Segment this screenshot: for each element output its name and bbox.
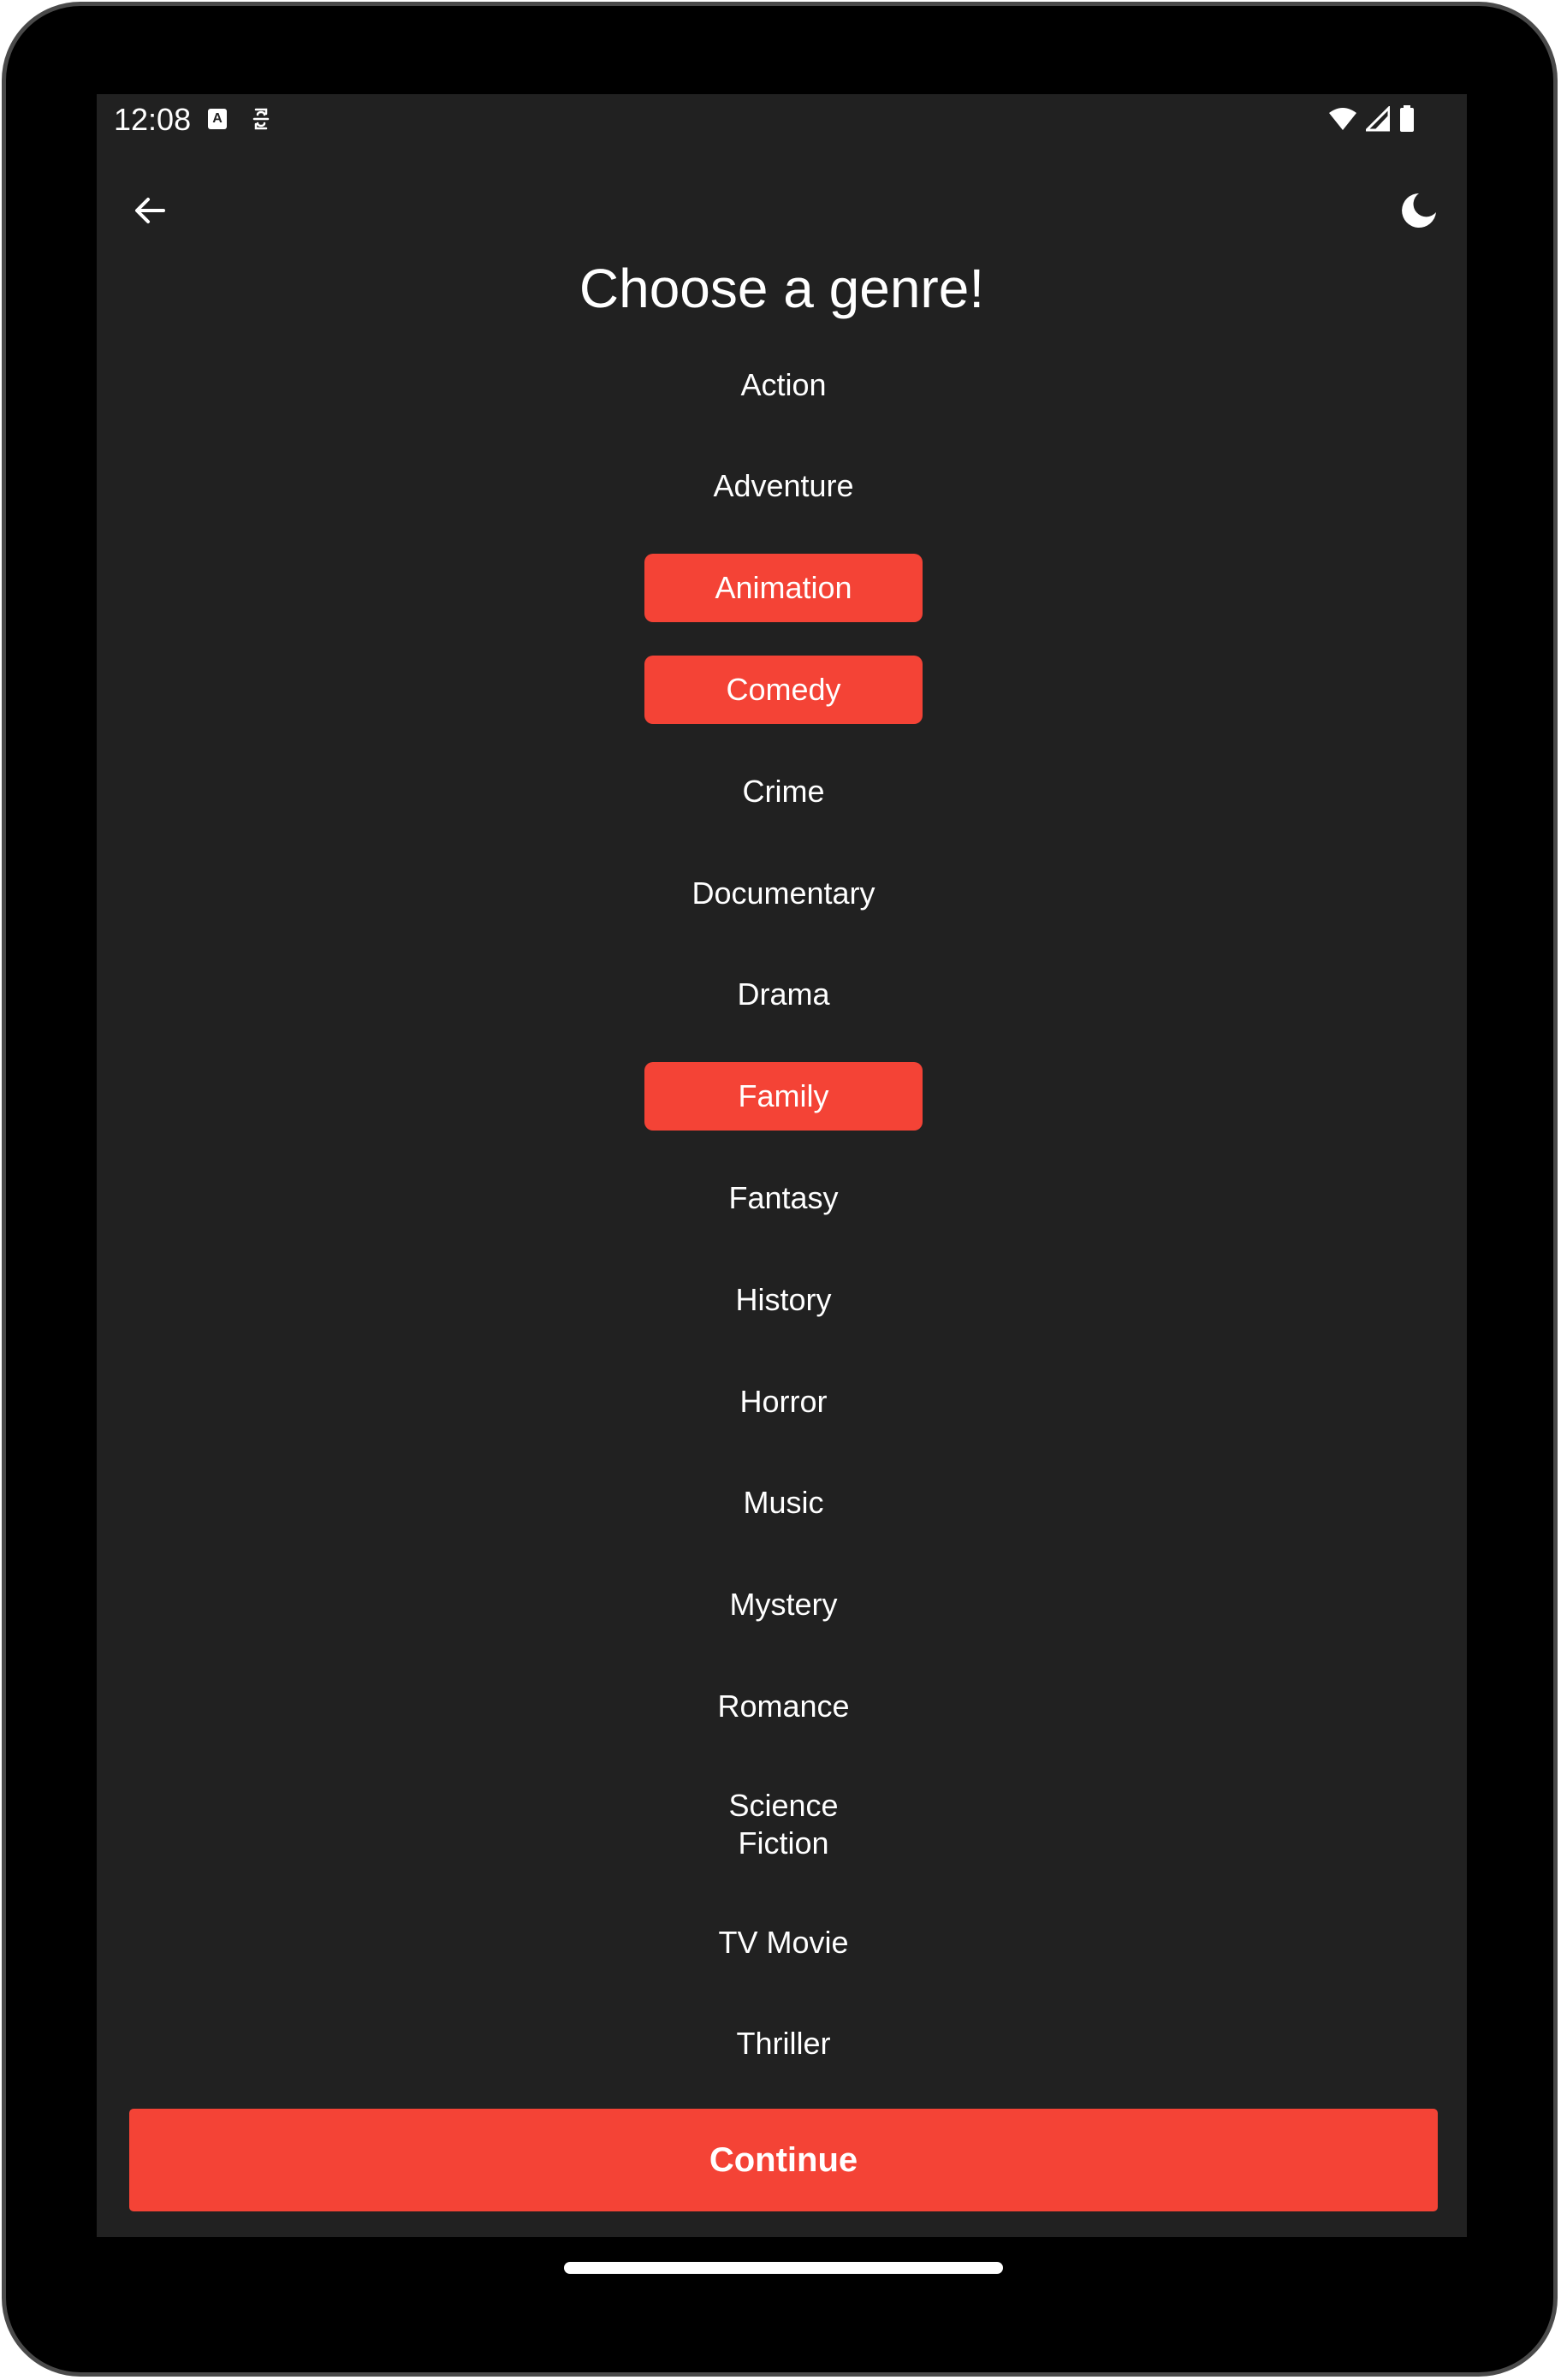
genre-option[interactable]: Science Fiction (644, 1774, 923, 1875)
genre-option[interactable]: History (644, 1266, 923, 1334)
genre-label: Animation (715, 570, 852, 605)
genre-option[interactable]: Fantasy (644, 1164, 923, 1232)
genre-option[interactable]: Family (644, 1062, 923, 1131)
genre-option[interactable]: Comedy (644, 656, 923, 724)
genre-label: Horror (739, 1384, 828, 1419)
genre-list: Action Adventure Animation Comedy Crime Docum… (97, 94, 1467, 2237)
genre-option[interactable]: Crime (644, 757, 923, 826)
home-indicator[interactable] (564, 2262, 1003, 2274)
genre-label: Drama (737, 976, 830, 1012)
genre-label: Documentary (691, 875, 875, 911)
genre-label: Science Fiction (728, 1788, 839, 1861)
genre-option[interactable]: Drama (644, 960, 923, 1029)
genre-option[interactable]: Horror (644, 1368, 923, 1436)
genre-option[interactable]: Romance (644, 1672, 923, 1741)
genre-label: Family (738, 1078, 829, 1113)
genre-label: Comedy (726, 672, 841, 707)
genre-label: Crime (742, 774, 825, 809)
genre-label: Mystery (729, 1587, 838, 1622)
genre-option[interactable]: Animation (644, 554, 923, 622)
genre-label: TV Movie (718, 1925, 849, 1960)
app-screen: 12:08 A Choose a genre! Action Adventure… (97, 94, 1467, 2237)
genre-option[interactable]: Documentary (644, 859, 923, 928)
genre-label: Fantasy (728, 1180, 839, 1215)
genre-label: History (735, 1282, 832, 1317)
continue-button[interactable]: Continue (129, 2109, 1438, 2211)
genre-option[interactable]: Thriller (644, 2009, 923, 2078)
genre-option[interactable]: Adventure (644, 452, 923, 520)
genre-option[interactable]: Action (644, 351, 923, 419)
genre-label: Thriller (736, 2026, 831, 2061)
genre-label: Action (740, 367, 827, 402)
genre-label: Music (743, 1485, 824, 1520)
genre-label: Adventure (713, 468, 854, 503)
genre-option[interactable]: TV Movie (644, 1908, 923, 1977)
genre-option[interactable]: Music (644, 1469, 923, 1537)
genre-label: Romance (717, 1689, 850, 1724)
genre-option[interactable]: Mystery (644, 1570, 923, 1639)
